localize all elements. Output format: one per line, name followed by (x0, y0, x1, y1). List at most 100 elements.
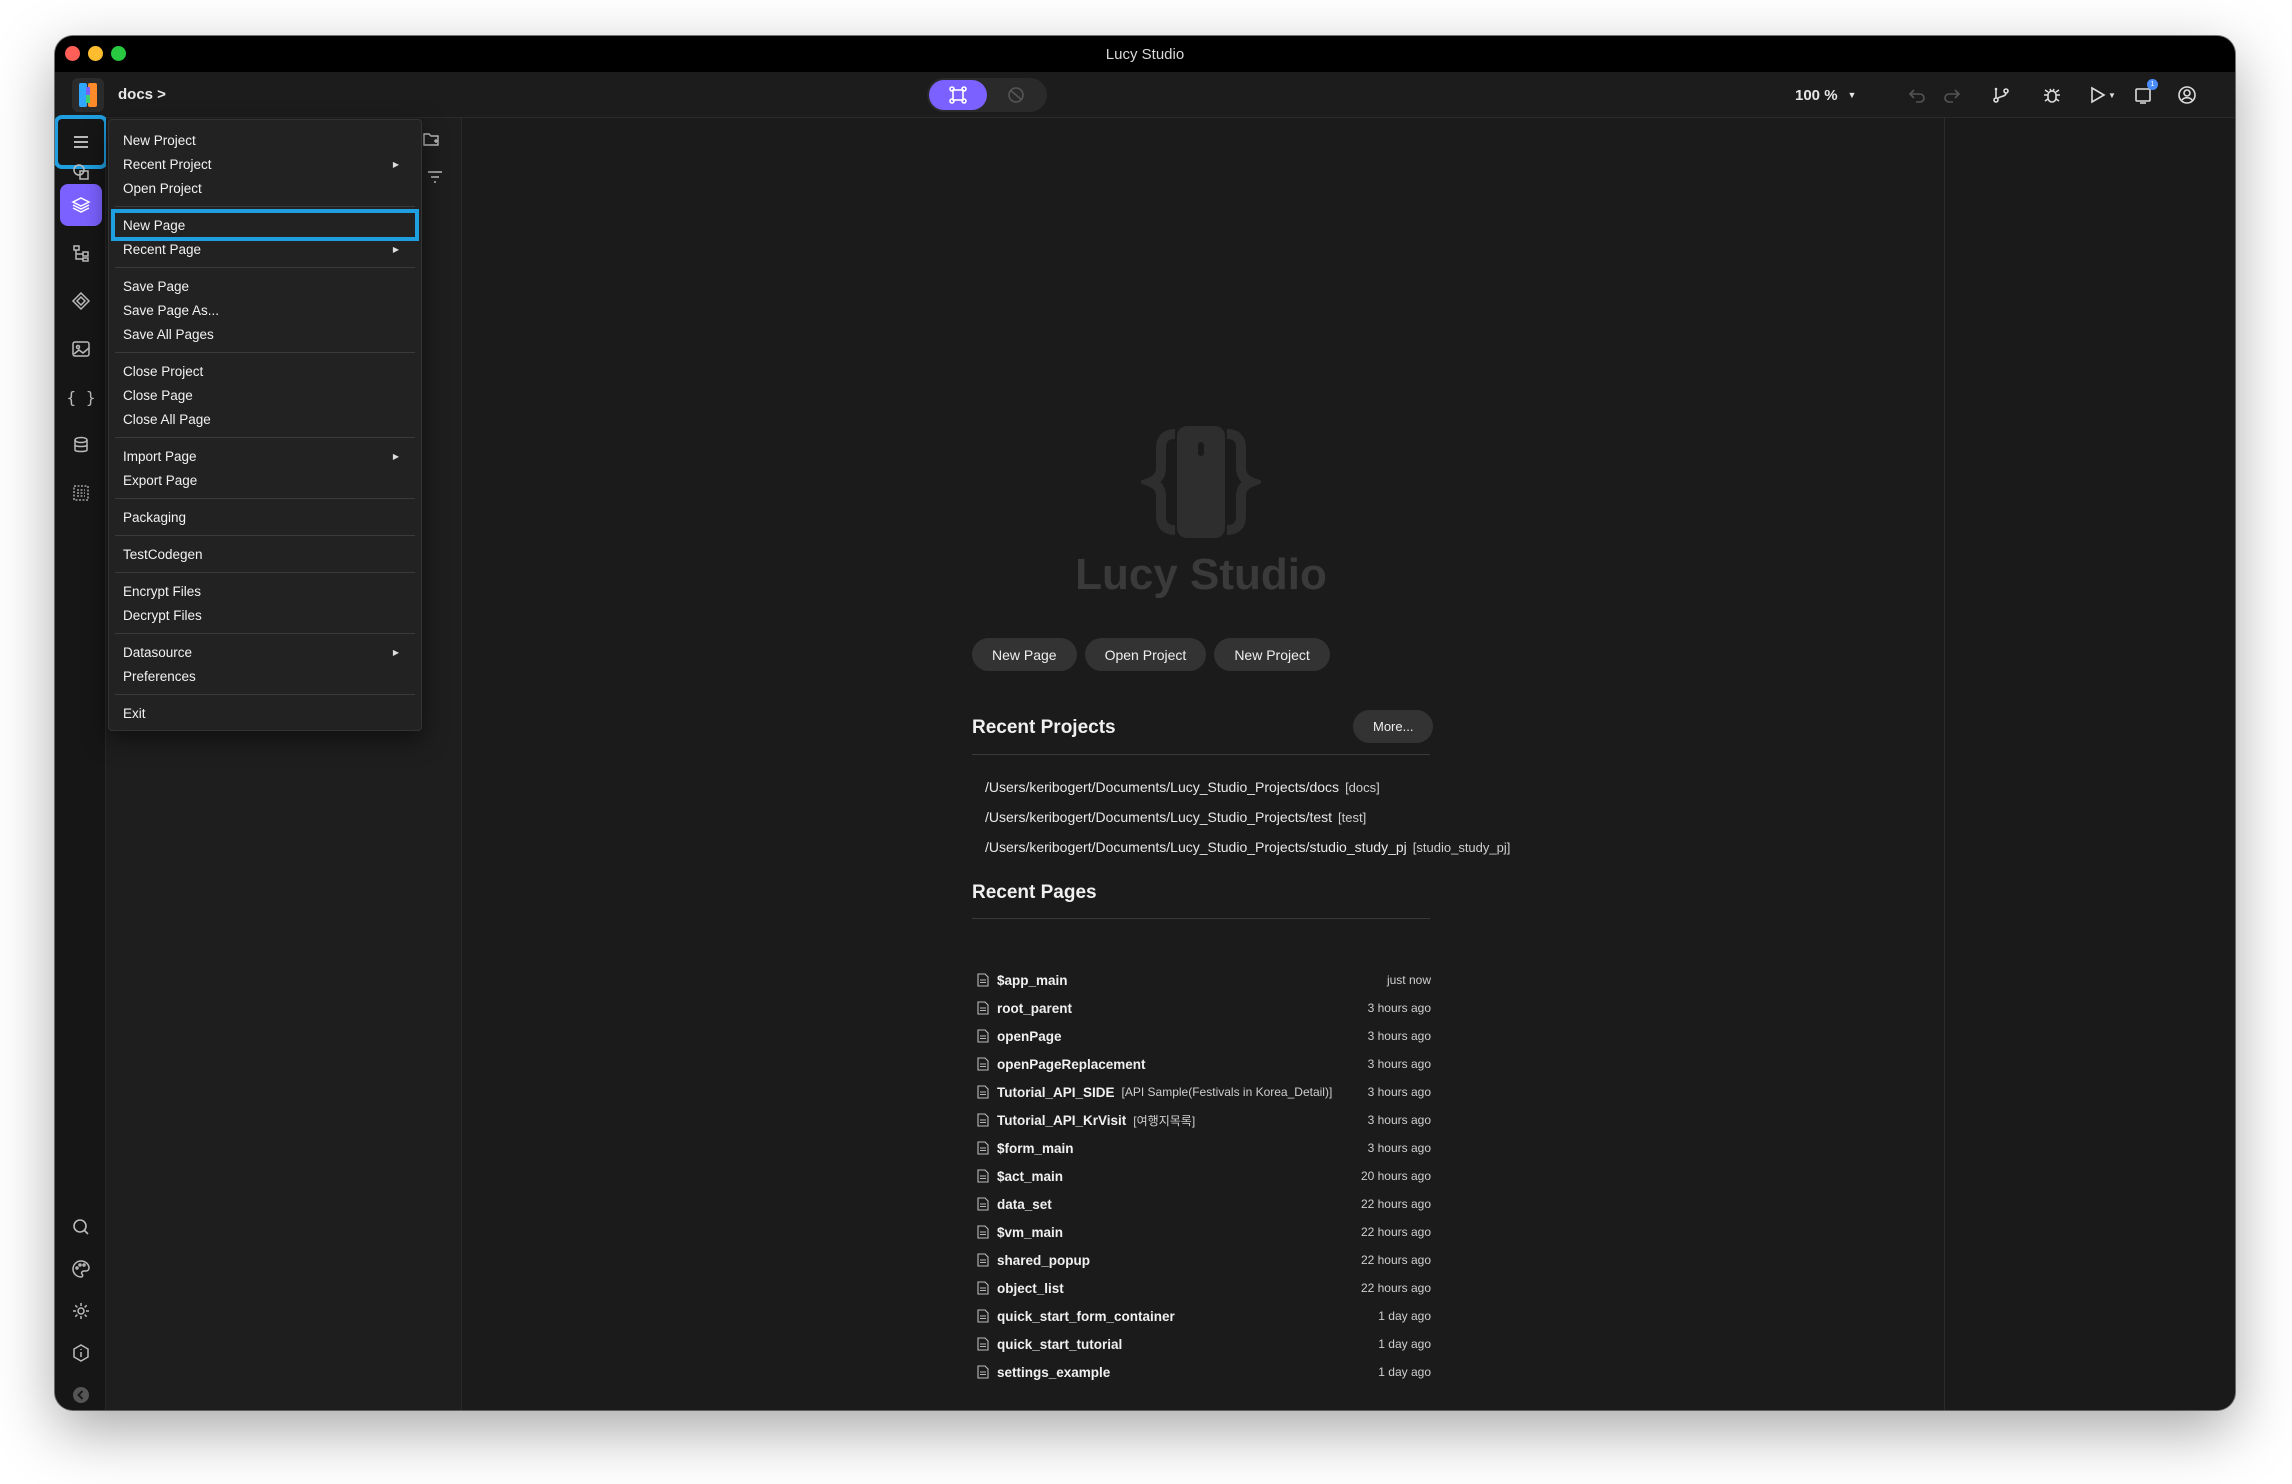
page-name: quick_start_form_container (997, 1308, 1175, 1324)
component-button[interactable] (60, 280, 102, 322)
close-window-button[interactable] (65, 46, 80, 61)
menu-item-export-page[interactable]: Export Page (109, 468, 421, 492)
recent-page-item[interactable]: Tutorial_API_SIDE [API Sample(Festivals i… (977, 1078, 1431, 1106)
menu-item-exit[interactable]: Exit (109, 701, 421, 725)
layers-button[interactable] (60, 184, 102, 226)
page-timestamp: 1 day ago (1378, 1365, 1431, 1379)
zoom-select[interactable]: 100 % ▼ (1795, 83, 1856, 107)
tree-icon (73, 245, 89, 262)
page-name: $app_main (997, 972, 1068, 988)
recent-page-item[interactable]: Tutorial_API_KrVisit [여행지목록] 3 hours ago (977, 1106, 1431, 1134)
preview-mode-button[interactable] (987, 80, 1045, 110)
image-button[interactable] (60, 328, 102, 370)
recent-page-item[interactable]: object_list 22 hours ago (977, 1274, 1431, 1302)
collapse-button[interactable] (60, 1374, 102, 1410)
menu-item-label: Recent Project (123, 156, 212, 172)
menu-item-save-page-as[interactable]: Save Page As... (109, 298, 421, 322)
menu-item-recent-page[interactable]: Recent Page ▶ (109, 237, 421, 261)
maximize-window-button[interactable] (111, 46, 126, 61)
window-title: Lucy Studio (1105, 45, 1185, 63)
menu-item-close-project[interactable]: Close Project (109, 359, 421, 383)
menu-item-import-page[interactable]: Import Page ▶ (109, 444, 421, 468)
recent-page-item[interactable]: $app_main just now (977, 966, 1431, 994)
menu-item-recent-project[interactable]: Recent Project ▶ (109, 152, 421, 176)
minimize-window-button[interactable] (88, 46, 103, 61)
menu-item-label: Save All Pages (123, 326, 214, 342)
search-button[interactable] (60, 1206, 102, 1248)
menu-item-decrypt-files[interactable]: Decrypt Files (109, 603, 421, 627)
menu-item-new-project[interactable]: New Project (109, 128, 421, 152)
menu-item-packaging[interactable]: Packaging (109, 505, 421, 529)
title-bar: Lucy Studio (55, 36, 2235, 72)
redo-icon[interactable] (1939, 82, 1965, 108)
device-icon[interactable]: 1 (2130, 79, 2158, 108)
recent-page-item[interactable]: quick_start_tutorial 1 day ago (977, 1330, 1431, 1358)
palette-button[interactable] (60, 1248, 102, 1290)
menu-item-label: Close Page (123, 387, 193, 403)
menu-item-open-project[interactable]: Open Project (109, 176, 421, 200)
new-page-button[interactable]: New Page (972, 638, 1077, 671)
debug-icon[interactable] (2039, 82, 2065, 108)
recent-page-item[interactable]: openPage 3 hours ago (977, 1022, 1431, 1050)
design-mode-button[interactable] (929, 80, 987, 110)
recent-page-item[interactable]: quick_start_form_container 1 day ago (977, 1302, 1431, 1330)
menu-item-close-all-page[interactable]: Close All Page (109, 407, 421, 431)
page-name: $form_main (997, 1140, 1074, 1156)
file-icon (977, 1085, 991, 1099)
page-timestamp: 3 hours ago (1367, 1029, 1431, 1043)
undo-icon[interactable] (1904, 82, 1930, 108)
git-branch-icon[interactable] (1988, 82, 2014, 108)
recent-project-item[interactable]: /Users/keribogert/Documents/Lucy_Studio_… (985, 772, 1510, 802)
page-timestamp: 3 hours ago (1367, 1113, 1431, 1127)
recent-project-item[interactable]: /Users/keribogert/Documents/Lucy_Studio_… (985, 832, 1510, 862)
add-folder-icon[interactable] (420, 128, 442, 150)
image-icon (72, 341, 90, 357)
menu-item-testcodegen[interactable]: TestCodegen (109, 542, 421, 566)
open-project-button[interactable]: Open Project (1084, 638, 1207, 671)
palette-icon (72, 1260, 90, 1278)
menu-item-encrypt-files[interactable]: Encrypt Files (109, 579, 421, 603)
page-timestamp: 20 hours ago (1360, 1169, 1431, 1183)
recent-page-item[interactable]: openPageReplacement 3 hours ago (977, 1050, 1431, 1078)
menu-item-label: Recent Page (123, 241, 202, 257)
menu-item-label: Exit (123, 705, 146, 721)
recent-page-item[interactable]: root_parent 3 hours ago (977, 994, 1431, 1022)
page-name: root_parent (997, 1000, 1073, 1016)
recent-page-item[interactable]: shared_popup 22 hours ago (977, 1246, 1431, 1274)
recent-page-item[interactable]: $form_main 3 hours ago (977, 1134, 1431, 1162)
filter-icon[interactable] (424, 166, 446, 188)
info-button[interactable] (60, 1332, 102, 1374)
menu-item-datasource[interactable]: Datasource ▶ (109, 640, 421, 664)
more-projects-button[interactable]: More... (1353, 710, 1434, 743)
menu-separator (115, 572, 415, 573)
account-icon[interactable] (2174, 82, 2200, 108)
recent-project-item[interactable]: /Users/keribogert/Documents/Lucy_Studio_… (985, 802, 1510, 832)
menu-item-new-page[interactable]: New Page (111, 209, 419, 241)
recent-page-item[interactable]: $vm_main 22 hours ago (977, 1218, 1431, 1246)
app-logo[interactable] (72, 78, 104, 112)
recent-page-item[interactable]: $act_main 20 hours ago (977, 1162, 1431, 1190)
new-project-button[interactable]: New Project (1214, 638, 1330, 671)
collapse-icon (73, 1387, 89, 1403)
window-controls (65, 46, 126, 61)
menu-item-label: Open Project (123, 180, 202, 196)
menu-item-save-page[interactable]: Save Page (109, 274, 421, 298)
settings-button[interactable] (60, 1290, 102, 1332)
menu-separator (115, 498, 415, 499)
tree-button[interactable] (60, 232, 102, 274)
list-button[interactable] (60, 472, 102, 514)
database-button[interactable] (60, 424, 102, 466)
page-name: openPage (997, 1028, 1062, 1044)
page-name: quick_start_tutorial (997, 1336, 1123, 1352)
gear-icon (73, 1303, 89, 1319)
play-options-icon[interactable]: ▼ (2105, 82, 2119, 108)
mode-toggle[interactable] (927, 78, 1047, 112)
script-button[interactable]: { } (60, 376, 102, 418)
menu-item-save-all-pages[interactable]: Save All Pages (109, 322, 421, 346)
recent-page-item[interactable]: settings_example 1 day ago (977, 1358, 1431, 1386)
menu-item-preferences[interactable]: Preferences (109, 664, 421, 688)
recent-page-item[interactable]: data_set 22 hours ago (977, 1190, 1431, 1218)
file-icon (977, 973, 991, 987)
menu-item-close-page[interactable]: Close Page (109, 383, 421, 407)
breadcrumb[interactable]: docs > (118, 86, 166, 103)
